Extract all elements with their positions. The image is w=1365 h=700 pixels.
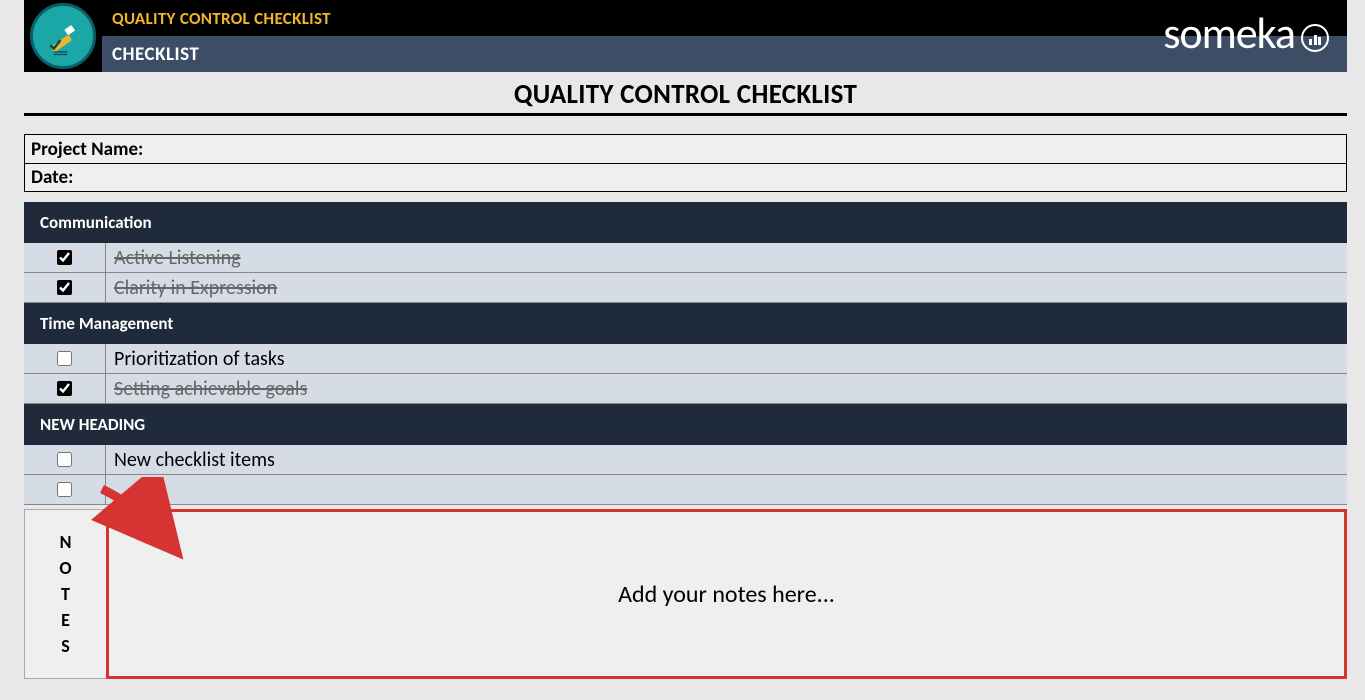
checklist-row xyxy=(24,475,1347,505)
notes-section: NOTES Add your notes here... xyxy=(24,509,1347,679)
notes-label-char: N xyxy=(60,533,72,551)
notes-label-char: E xyxy=(61,611,70,629)
checkbox-cell xyxy=(24,475,106,504)
checklist-row: New checklist items xyxy=(24,445,1347,475)
section-heading: NEW HEADING xyxy=(24,404,1347,445)
item-checkbox[interactable] xyxy=(57,280,72,295)
item-label[interactable]: Setting achievable goals xyxy=(106,374,1347,403)
brand-text: someka xyxy=(1163,6,1295,60)
item-checkbox[interactable] xyxy=(57,482,72,497)
notes-input-area[interactable]: Add your notes here... xyxy=(106,509,1347,679)
header-section-bar: CHECKLIST xyxy=(102,36,1347,72)
item-checkbox[interactable] xyxy=(57,381,72,396)
item-checkbox[interactable] xyxy=(57,250,72,265)
item-checkbox[interactable] xyxy=(57,351,72,366)
checkbox-cell xyxy=(24,445,106,474)
project-name-label: Project Name: xyxy=(31,138,143,161)
project-name-row[interactable]: Project Name: xyxy=(25,135,1346,163)
item-label[interactable]: New checklist items xyxy=(106,445,1347,474)
section-heading: Communication xyxy=(24,202,1347,243)
header-subtitle-bar: QUALITY CONTROL CHECKLIST xyxy=(102,0,1347,36)
date-label: Date: xyxy=(31,166,73,189)
checklist-row: Active Listening xyxy=(24,243,1347,273)
item-label[interactable] xyxy=(106,475,1347,504)
brand-chart-icon xyxy=(1301,24,1329,52)
section-heading: Time Management xyxy=(24,303,1347,344)
checkbox-cell xyxy=(24,344,106,373)
logo-badge-icon xyxy=(30,3,96,69)
brand-logo: someka xyxy=(1163,6,1329,60)
notes-vertical-label: NOTES xyxy=(24,509,106,679)
page-title: QUALITY CONTROL CHECKLIST xyxy=(24,78,1347,116)
checklist-row: Setting achievable goals xyxy=(24,374,1347,404)
checkbox-cell xyxy=(24,243,106,272)
date-row[interactable]: Date: xyxy=(25,163,1346,191)
project-info-table: Project Name: Date: xyxy=(24,134,1347,192)
checklist-row: Clarity in Expression xyxy=(24,273,1347,303)
header-section: CHECKLIST xyxy=(112,43,199,66)
item-checkbox[interactable] xyxy=(57,452,72,467)
checklist-row: Prioritization of tasks xyxy=(24,344,1347,374)
notes-label-char: T xyxy=(61,585,70,603)
notes-label-char: S xyxy=(61,637,70,655)
notes-label-char: O xyxy=(59,559,71,577)
item-label[interactable]: Prioritization of tasks xyxy=(106,344,1347,373)
top-header: QUALITY CONTROL CHECKLIST CHECKLIST some… xyxy=(24,0,1347,72)
item-label[interactable]: Clarity in Expression xyxy=(106,273,1347,302)
checkbox-cell xyxy=(24,374,106,403)
checkbox-cell xyxy=(24,273,106,302)
notes-placeholder: Add your notes here... xyxy=(618,580,835,609)
header-subtitle: QUALITY CONTROL CHECKLIST xyxy=(112,8,331,29)
item-label[interactable]: Active Listening xyxy=(106,243,1347,272)
